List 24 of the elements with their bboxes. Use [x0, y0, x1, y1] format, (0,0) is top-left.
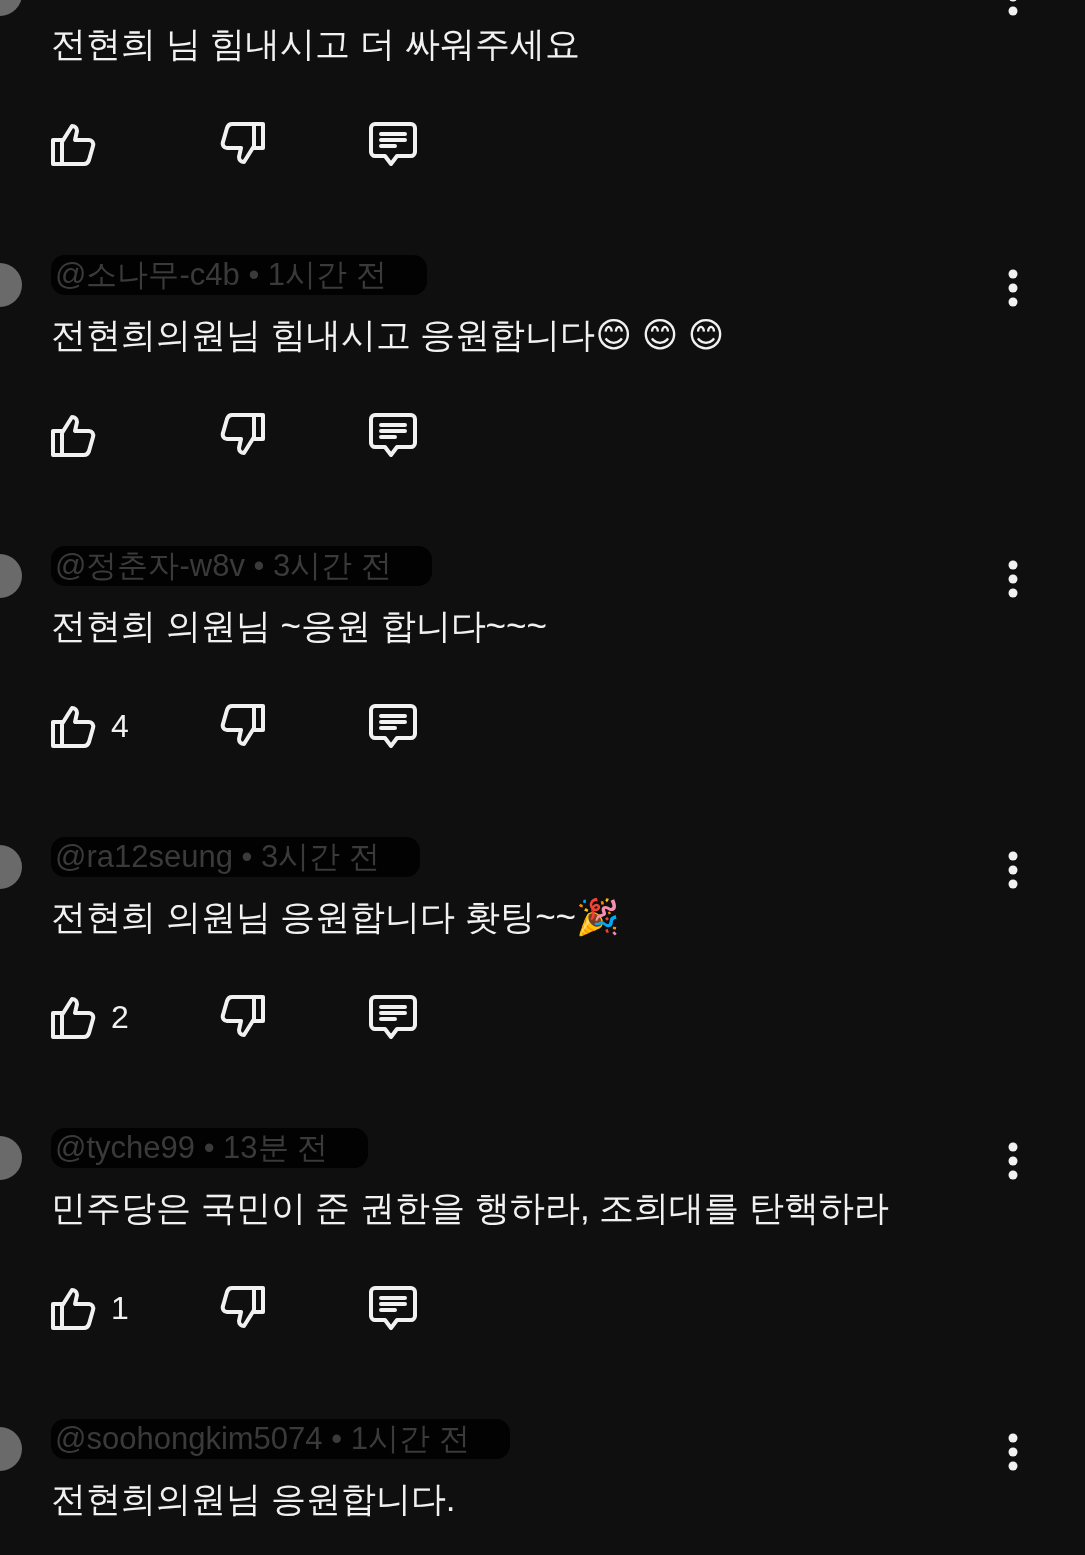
comment-text: 전현희 의원님 ~응원 합니다~~~: [51, 606, 548, 646]
comment-text: 전현희 님 힘내시고 더 싸워주세요: [51, 24, 581, 64]
reply-icon[interactable]: [367, 702, 419, 750]
reply-icon[interactable]: [367, 1284, 419, 1332]
like-count: 4: [111, 707, 129, 745]
more-options-icon[interactable]: [1007, 1432, 1019, 1472]
more-options-icon[interactable]: [1007, 268, 1019, 308]
comment-text: 전현희 의원님 응원합니다 홧팅~~🎉: [51, 897, 622, 937]
more-options-icon[interactable]: [1007, 850, 1019, 890]
reply-icon[interactable]: [367, 120, 419, 168]
author-line: @정춘자-w8v • 3시간 전: [51, 546, 432, 586]
reply-icon[interactable]: [367, 411, 419, 459]
comment-text: 민주당은 국민이 준 권한을 행하라, 조희대를 탄핵하라: [51, 1188, 891, 1228]
like-count: 2: [111, 998, 129, 1036]
reply-icon[interactable]: [367, 993, 419, 1041]
more-options-icon[interactable]: [1007, 559, 1019, 599]
like-count: 1: [111, 1289, 129, 1327]
comment-text: 전현희의원님 힘내시고 응원합니다😊 😊 😊: [51, 315, 726, 355]
author-line: @tyche99 • 13분 전: [51, 1128, 369, 1168]
author-line: @soohongkim5074 • 1시간 전: [51, 1419, 510, 1459]
more-options-icon[interactable]: [1007, 1141, 1019, 1181]
author-line: @소나무-c4b • 1시간 전: [51, 255, 427, 295]
comment-text: 전현희의원님 응원합니다.: [51, 1479, 457, 1519]
author-line: @ra12seung • 3시간 전: [51, 837, 420, 877]
